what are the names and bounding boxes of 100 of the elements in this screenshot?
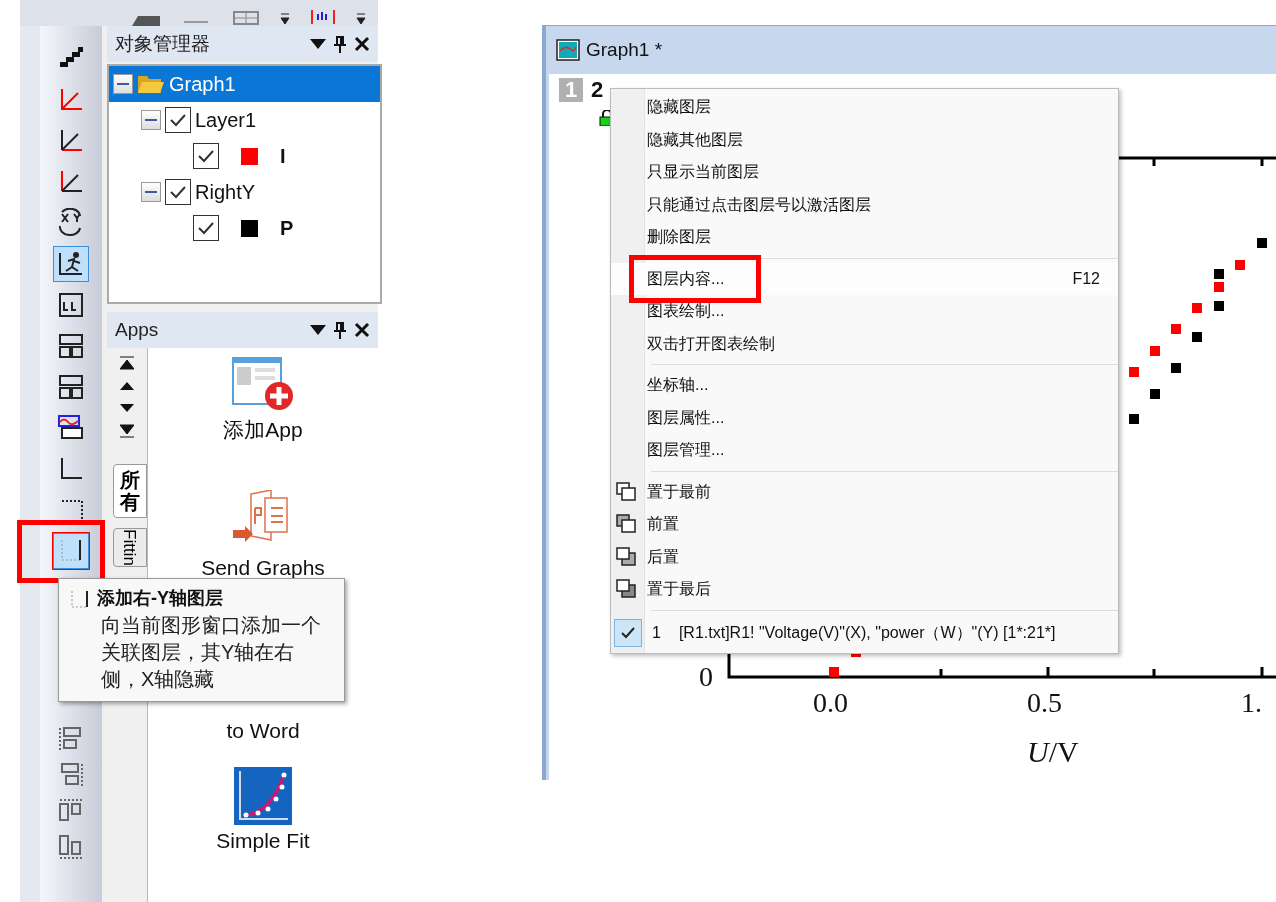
app-label[interactable]: Simple Fit [216, 824, 310, 856]
checkbox[interactable] [193, 143, 219, 169]
collapse-icon[interactable] [113, 74, 133, 94]
data-point [1171, 324, 1181, 334]
menu-item[interactable]: 坐标轴... [611, 369, 1118, 402]
close-icon[interactable] [354, 322, 370, 338]
menu-item[interactable]: 置于最后 [611, 573, 1118, 606]
data-point [829, 667, 839, 677]
data-point [1171, 363, 1181, 373]
menu-item[interactable]: 图层管理... [611, 434, 1118, 467]
data-point [1235, 260, 1245, 270]
caret-icon[interactable] [280, 12, 290, 26]
checkbox[interactable] [165, 107, 191, 133]
menu-item-number: 1 [652, 622, 661, 643]
menu-item-label: 前置 [647, 514, 679, 535]
axis-title: U/V [1027, 734, 1079, 770]
checkbox[interactable] [193, 215, 219, 241]
menu-item-label: 只能通过点击图层号以激活图层 [647, 194, 871, 215]
checkmark-icon [197, 149, 215, 163]
toolbar-button[interactable] [53, 245, 89, 282]
menu-item[interactable]: 隐藏其他图层 [611, 123, 1118, 156]
scroll-down-icon[interactable] [120, 402, 134, 414]
tree-label: P [280, 216, 294, 241]
tree-row[interactable]: RightY [109, 174, 380, 210]
menu-item-label: 置于最前 [647, 481, 711, 502]
menu-item-label: 隐藏其他图层 [647, 129, 743, 150]
data-point [1192, 332, 1202, 342]
scroll-last-icon[interactable] [120, 424, 134, 438]
collapse-icon[interactable] [141, 110, 161, 130]
vertical-tab[interactable]: 所有 [113, 464, 147, 518]
folder-icon [137, 73, 165, 95]
panel-title: Apps [115, 317, 160, 342]
close-icon[interactable] [354, 36, 370, 52]
curve-fit-icon [234, 766, 292, 825]
window-title: Graph1 * [586, 37, 663, 62]
menu-item-label: 置于最后 [647, 579, 711, 600]
menu-item-label: 图层内容... [647, 268, 725, 289]
checkmark-icon [197, 221, 215, 235]
scroll-up-icon[interactable] [120, 380, 134, 392]
menu-item[interactable]: 1 [R1.txt]R1! "Voltage(V)"(X), "power（W）"(Y) [1*:21*] [611, 614, 1118, 651]
menu-item[interactable]: 置于最前 [611, 475, 1118, 508]
axis-tick-label: 0 [699, 660, 713, 694]
menu-item[interactable]: 双击打开图表绘制 [611, 327, 1118, 360]
dropdown-icon[interactable] [310, 39, 326, 49]
menu-item-label: 只显示当前图层 [647, 162, 759, 183]
axis-tick-label: 0.5 [1027, 686, 1062, 720]
menu-item-label: 图层属性... [647, 407, 725, 428]
data-point [1257, 238, 1267, 248]
tree-row[interactable]: Layer1 [109, 102, 380, 138]
menu-item[interactable]: 图表绘制... [611, 295, 1118, 328]
tree-row-selected[interactable]: Graph1 [109, 66, 380, 102]
app-label[interactable]: to Word [226, 715, 300, 747]
menu-item-label: 坐标轴... [647, 375, 709, 396]
data-point [1129, 367, 1139, 377]
pin-icon[interactable] [334, 321, 346, 339]
menu-item-label: 后置 [647, 546, 679, 567]
menu-item[interactable]: 隐藏图层 [611, 91, 1118, 124]
menu-item[interactable]: 后置 [611, 540, 1118, 573]
dropdown-icon[interactable] [310, 325, 326, 335]
bring-to-front-icon [615, 480, 637, 503]
checkbox[interactable] [165, 179, 191, 205]
tree-row[interactable]: P [109, 210, 380, 246]
scroll-first-icon[interactable] [120, 356, 134, 370]
vertical-tab[interactable]: Fittin [113, 528, 147, 567]
menu-item[interactable]: 前置 [611, 508, 1118, 541]
data-point [1214, 301, 1224, 311]
data-point [1214, 282, 1224, 292]
menu-item[interactable]: 只显示当前图层 [611, 156, 1118, 189]
tree-label: Graph1 [169, 72, 236, 97]
tree-label: Layer1 [195, 108, 257, 133]
menu-item-label: 隐藏图层 [647, 97, 711, 118]
send-backward-icon [615, 545, 637, 568]
menu-item[interactable]: 删除图层 [611, 221, 1118, 254]
panel-title: 对象管理器 [115, 31, 211, 56]
menu-item-label: [R1.txt]R1! "Voltage(V)"(X), "power（W）"(Y) [1*:21*] [678, 622, 1056, 643]
menu-item-label: 图层管理... [647, 440, 725, 461]
axis-tick-label: 0.0 [813, 686, 848, 720]
menu-item[interactable]: 图层属性... [611, 401, 1118, 434]
data-point [1129, 414, 1139, 424]
tooltip-title: 添加右-Y轴图层 [97, 587, 223, 610]
send-to-back-icon [615, 578, 637, 601]
tree-label: I [280, 144, 286, 169]
app-label[interactable]: 添加App [223, 414, 303, 446]
menu-item-label: 图表绘制... [647, 301, 725, 322]
toolbar-button[interactable] [53, 532, 89, 569]
caret-icon[interactable] [356, 12, 366, 26]
checkmark-icon [169, 185, 187, 199]
data-point [1214, 269, 1224, 279]
menu-item[interactable]: 只能通过点击图层号以激活图层 [611, 188, 1118, 221]
checkmark-icon [169, 113, 187, 127]
pin-icon[interactable] [334, 35, 346, 53]
data-point [1150, 346, 1160, 356]
menu-item-label: 删除图层 [647, 227, 711, 248]
axis-tick-label: 1. [1241, 686, 1262, 720]
collapse-icon[interactable] [141, 182, 161, 202]
tree-row[interactable]: I [109, 138, 380, 174]
menu-item-label: 双击打开图表绘制 [647, 333, 775, 354]
data-point [1192, 303, 1202, 313]
menu-item[interactable]: 图层内容... F12 [611, 262, 1118, 295]
tooltip-text: 向当前图形窗口添加一个关联图层，其Y轴在右侧，X轴隐藏 [100, 613, 322, 692]
